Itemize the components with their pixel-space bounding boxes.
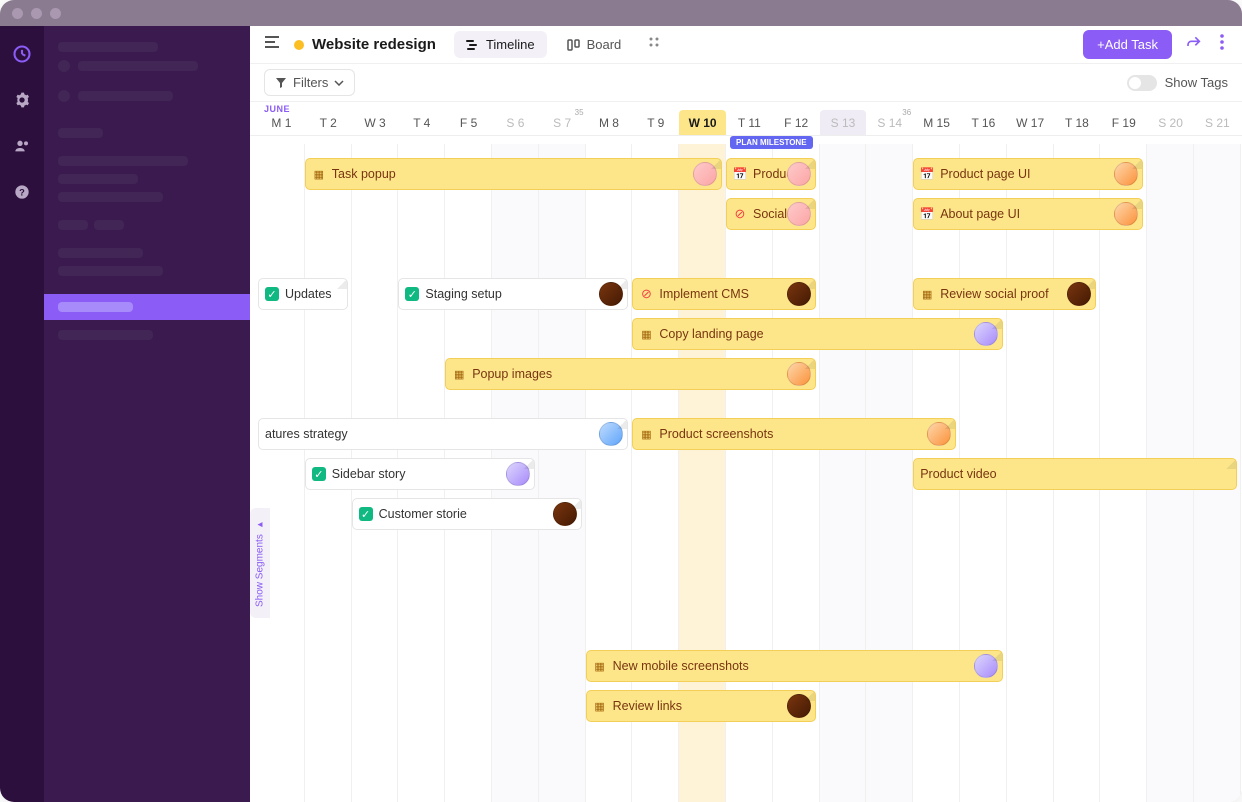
day-cell[interactable]: S 13 [820, 110, 867, 135]
day-cell[interactable]: M 8 [586, 110, 633, 135]
task-product-page-ui[interactable]: 📅Product page UI [913, 158, 1143, 190]
task-implement-cms[interactable]: ⊘Implement CMS [632, 278, 815, 310]
day-cell[interactable]: F 5 [445, 110, 492, 135]
show-tags-toggle[interactable] [1127, 75, 1157, 91]
day-cell[interactable]: T 4 [398, 110, 445, 135]
filters-button[interactable]: Filters [264, 69, 355, 96]
task-features-strategy[interactable]: atures strategy [258, 418, 628, 450]
day-cell[interactable]: F 19 [1100, 110, 1147, 135]
show-tags-label: Show Tags [1165, 75, 1228, 90]
task-product-a[interactable]: 📅Produc [726, 158, 816, 190]
day-cell[interactable]: W 17 [1007, 110, 1054, 135]
task-review-social-proof[interactable]: ▦Review social proof [913, 278, 1096, 310]
task-review-links[interactable]: ▦Review links [586, 690, 816, 722]
task-popup-images[interactable]: ▦Popup images [445, 358, 815, 390]
day-cell[interactable]: M 1 [258, 110, 305, 135]
task-label: Popup images [472, 367, 552, 381]
day-cell[interactable]: T 2 [305, 110, 352, 135]
task-label: About page UI [940, 207, 1020, 221]
task-label: Product video [920, 467, 996, 481]
day-cell[interactable]: W 3 [352, 110, 399, 135]
maximize-window[interactable] [50, 8, 61, 19]
task-about-page-ui[interactable]: 📅About page UI [913, 198, 1143, 230]
svg-text:?: ? [19, 187, 25, 197]
day-cell[interactable]: S 6 [492, 110, 539, 135]
add-task-button[interactable]: +Add Task [1083, 30, 1172, 59]
help-icon[interactable]: ? [12, 182, 32, 202]
task-staging-setup[interactable]: ✓Staging setup [398, 278, 628, 310]
task-label: Social [753, 207, 787, 221]
sidebar [44, 26, 250, 802]
view-options-icon[interactable] [647, 35, 661, 54]
day-cell[interactable]: T 18 [1054, 110, 1101, 135]
more-icon[interactable] [1216, 30, 1228, 59]
task-label: Copy landing page [659, 327, 763, 341]
task-label: Review links [613, 699, 682, 713]
people-icon[interactable] [12, 136, 32, 156]
minimize-window[interactable] [31, 8, 42, 19]
task-copy-landing[interactable]: ▦Copy landing page [632, 318, 1002, 350]
task-label: Staging setup [425, 287, 501, 301]
task-label: Sidebar story [332, 467, 406, 481]
task-social[interactable]: ⊘Social [726, 198, 816, 230]
task-product-video[interactable]: Product video [913, 458, 1237, 490]
titlebar [0, 0, 1242, 26]
task-label: New mobile screenshots [613, 659, 749, 673]
task-label: Review social proof [940, 287, 1048, 301]
day-cell[interactable]: F 12 [773, 110, 820, 135]
day-cell[interactable]: T 16 [960, 110, 1007, 135]
settings-icon[interactable] [12, 90, 32, 110]
day-cell[interactable]: S 1436 [866, 110, 913, 135]
close-window[interactable] [12, 8, 23, 19]
day-cell[interactable]: T 9 [632, 110, 679, 135]
day-cell[interactable]: M 15 [913, 110, 960, 135]
share-icon[interactable] [1182, 30, 1206, 59]
task-sidebar-story[interactable]: ✓Sidebar story [305, 458, 535, 490]
view-board-button[interactable]: Board [555, 31, 634, 58]
milestone-tag[interactable]: PLAN MILESTONE [730, 136, 813, 149]
header: Website redesign Timeline Board +Add Tas… [250, 26, 1242, 64]
day-cell[interactable]: S 21 [1194, 110, 1241, 135]
task-customer-stories[interactable]: ✓Customer storie [352, 498, 582, 530]
day-cell[interactable]: T 11 [726, 110, 773, 135]
task-updates[interactable]: ✓Updates [258, 278, 348, 310]
task-label: Customer storie [379, 507, 467, 521]
project-status-dot [294, 40, 304, 50]
icon-rail: ? [0, 26, 44, 802]
task-mobile-screenshots[interactable]: ▦New mobile screenshots [586, 650, 1003, 682]
task-label: Task popup [332, 167, 396, 181]
task-task-popup[interactable]: ▦Task popup [305, 158, 722, 190]
task-label: Product page UI [940, 167, 1030, 181]
task-label: Updates [285, 287, 332, 301]
logo-icon[interactable] [12, 44, 32, 64]
day-header: M 1T 2W 3T 4F 5S 6S 735M 8T 9W 10T 11F 1… [250, 102, 1242, 136]
day-cell[interactable]: W 10 [679, 110, 726, 135]
menu-toggle-icon[interactable] [264, 35, 280, 54]
view-timeline-button[interactable]: Timeline [454, 31, 547, 58]
task-product-screenshots[interactable]: ▦Product screenshots [632, 418, 956, 450]
day-cell[interactable]: S 735 [539, 110, 586, 135]
show-segments-tab[interactable]: Show Segments ▸ [250, 508, 270, 618]
task-label: atures strategy [265, 427, 348, 441]
task-label: Product screenshots [659, 427, 773, 441]
filter-row: Filters Show Tags [250, 64, 1242, 102]
project-title: Website redesign [312, 36, 436, 53]
day-cell[interactable]: S 20 [1147, 110, 1194, 135]
sidebar-item-active[interactable] [44, 294, 250, 320]
task-label: Implement CMS [659, 287, 749, 301]
